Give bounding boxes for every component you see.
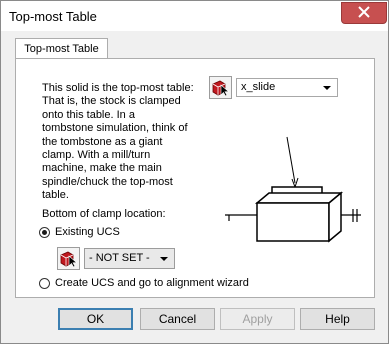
ucs-select[interactable]: - NOT SET - <box>84 248 175 269</box>
pick-ucs-icon <box>60 251 78 268</box>
solid-select[interactable]: x_slide <box>236 78 338 97</box>
apply-button[interactable]: Apply <box>220 308 295 330</box>
description-line: onto this table. In a <box>42 108 135 121</box>
help-button[interactable]: Help <box>300 308 375 330</box>
description-text: This solid is the top-most table: That i… <box>42 82 212 203</box>
ucs-select-value: - NOT SET - <box>89 252 150 264</box>
cancel-button[interactable]: Cancel <box>140 308 215 330</box>
description-line: the tombstone as a giant <box>42 135 163 148</box>
solid-select-value: x_slide <box>241 81 276 93</box>
ok-button[interactable]: OK <box>58 308 133 330</box>
chevron-down-icon <box>323 86 331 90</box>
description-line: clamp. With a mill/turn <box>42 149 151 162</box>
create-ucs-radio[interactable] <box>39 278 50 289</box>
tab-top-most-table[interactable]: Top-most Table <box>15 38 108 59</box>
description-line: That is, the stock is clamped <box>42 95 181 108</box>
create-ucs-label[interactable]: Create UCS and go to alignment wizard <box>55 277 249 289</box>
pick-solid-button[interactable] <box>209 76 232 99</box>
close-icon <box>358 6 370 18</box>
description-line: machine, make the main <box>42 162 162 175</box>
existing-ucs-radio[interactable] <box>39 227 50 238</box>
pick-ucs-button[interactable] <box>57 247 80 270</box>
clamp-location-label: Bottom of clamp location: <box>42 208 166 220</box>
description-line: tombstone simulation, think of <box>42 122 188 135</box>
chevron-down-icon <box>160 257 168 261</box>
description-line: spindle/chuck the top-most <box>42 175 173 188</box>
title-bar: Top-most Table <box>1 1 388 31</box>
pick-solid-icon <box>212 80 230 97</box>
dialog-window: Top-most Table Top-most Table This solid… <box>0 0 389 344</box>
table-clamp-diagram <box>225 136 361 243</box>
window-title: Top-most Table <box>9 9 97 24</box>
description-line: This solid is the top-most table: <box>42 82 194 94</box>
existing-ucs-label[interactable]: Existing UCS <box>55 226 120 238</box>
description-line: table. <box>42 189 69 202</box>
close-button[interactable] <box>341 2 387 24</box>
